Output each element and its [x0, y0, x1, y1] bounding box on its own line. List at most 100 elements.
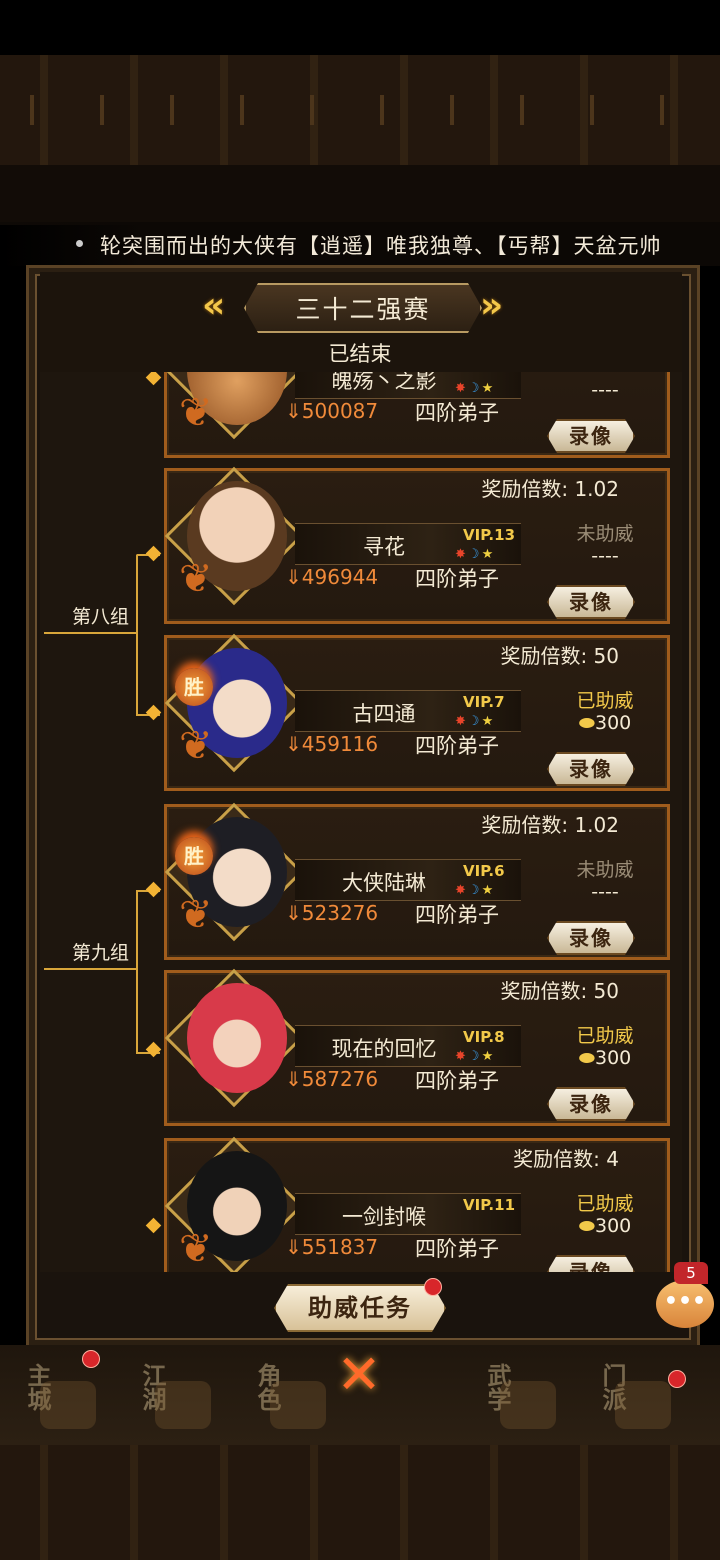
rank-gems-icon: ✸☽★	[455, 381, 496, 396]
match-card: 奖励倍数: 50 胜 ❦ 古四通 VIP.7 ✸☽★ ⇓459116 四阶弟子 …	[164, 633, 670, 791]
chat-count-badge: 5	[674, 1262, 708, 1284]
power-value: ⇓587276	[285, 1067, 379, 1091]
vip-level: VIP.8	[463, 1028, 505, 1046]
nav-main-city[interactable]: 主城	[0, 1355, 100, 1435]
support-status: 已助威	[576, 1193, 634, 1215]
rank-gems-icon: ✸☽★	[455, 1049, 496, 1064]
player-rank: 四阶弟子	[415, 401, 499, 425]
support-status: 未助威	[576, 859, 634, 881]
top-decor-band	[0, 55, 720, 165]
reward-multiplier: 奖励倍数: 50	[500, 979, 619, 1003]
round-title-plate: 三十二强赛	[244, 283, 482, 333]
vip-level: VIP.13	[463, 526, 516, 544]
replay-button[interactable]: 录像	[547, 1087, 635, 1121]
bottom-decor-band	[0, 1445, 720, 1560]
palace-icon	[40, 1381, 96, 1429]
support-amount: ⬬300	[578, 712, 632, 734]
replay-button[interactable]: 录像	[547, 752, 635, 786]
reward-multiplier: 奖励倍数: 1.02	[481, 477, 619, 501]
power-value: ⇓523276	[285, 901, 379, 925]
match-card: 奖励倍数: 50 现在的回忆 VIP.8 ✸☽★ ⇓587276 四阶弟子 已助…	[164, 968, 670, 1126]
bracket-node-icon	[145, 372, 162, 386]
nav-jianghu[interactable]: 江湖	[115, 1355, 215, 1435]
support-amount: ⬬300	[578, 1215, 632, 1237]
player-name: 一剑封喉	[342, 1205, 426, 1229]
bonsai-icon: ❦	[179, 892, 213, 938]
match-card: 奖励倍数: 1.02 胜 ❦ 大侠陆琳 VIP.6 ✸☽★ ⇓523276 四阶…	[164, 802, 670, 960]
close-icon[interactable]: ✕	[334, 1348, 384, 1402]
support-amount: ----	[591, 379, 619, 401]
replay-button[interactable]: 录像	[547, 921, 635, 955]
round-title: 三十二强赛	[295, 295, 431, 324]
bracket-stem-group8	[44, 632, 136, 634]
nav-sect[interactable]: 门派	[575, 1355, 675, 1435]
bonsai-icon: ❦	[179, 723, 213, 769]
bracket-line-group9	[136, 890, 160, 1054]
power-value: ⇓551837	[285, 1235, 379, 1259]
support-amount: ⬬300	[578, 1047, 632, 1069]
nav-character[interactable]: 角色	[230, 1355, 330, 1435]
support-status: 已助威	[576, 690, 634, 712]
player-rank: 四阶弟子	[415, 567, 499, 591]
support-status: 已助威	[576, 1025, 634, 1047]
power-value: ⇓459116	[285, 732, 379, 756]
replay-button[interactable]: 录像	[547, 419, 635, 453]
gold-ingot-icon: ⬬	[578, 712, 595, 734]
power-value: ⇓496944	[285, 565, 379, 589]
vip-level: VIP.11	[463, 1196, 516, 1214]
notification-dot	[82, 1350, 100, 1368]
win-badge: 胜	[175, 837, 213, 875]
weapon-icon	[500, 1381, 556, 1429]
reward-multiplier: 奖励倍数: 1.02	[481, 813, 619, 837]
bracket-stem-group9	[44, 968, 136, 970]
vip-level: VIP.6	[463, 862, 505, 880]
support-amount: ----	[591, 881, 619, 903]
gold-ingot-icon: ⬬	[578, 1047, 595, 1069]
player-name: 魄殇丶之影	[331, 372, 437, 393]
bonsai-icon: ❦	[179, 1226, 213, 1272]
vip-level: VIP.7	[463, 693, 505, 711]
top-spacer	[0, 165, 720, 225]
marquee-text: 轮突围而出的大侠有【逍遥】唯我独尊、【丐帮】天盆元帅	[100, 234, 662, 258]
group-label-9: 第九组	[72, 942, 130, 964]
rank-gems-icon: ✸☽★	[455, 883, 496, 898]
bonsai-icon: ❦	[179, 556, 213, 602]
player-name: 现在的回忆	[331, 1037, 437, 1061]
support-status: 未助威	[576, 523, 634, 545]
player-name: 大侠陆琳	[342, 871, 426, 895]
cauldron-icon	[615, 1381, 671, 1429]
support-task-button[interactable]: 助威任务	[274, 1284, 446, 1332]
rank-gems-icon: ✸☽★	[455, 714, 496, 729]
power-value: ⇓500087	[285, 399, 379, 423]
player-rank: 四阶弟子	[415, 903, 499, 927]
rank-gems-icon: ✸☽★	[455, 547, 496, 562]
reward-multiplier: 奖励倍数: 50	[500, 644, 619, 668]
player-name: 古四通	[352, 702, 416, 726]
reward-multiplier: 奖励倍数: 4	[513, 1147, 619, 1171]
gold-ingot-icon: ⬬	[578, 1215, 595, 1237]
next-round-button[interactable]: »	[480, 288, 520, 324]
support-amount: ----	[591, 545, 619, 567]
broadcast-marquee: 轮突围而出的大侠有【逍遥】唯我独尊、【丐帮】天盆元帅	[0, 222, 720, 266]
win-badge: 胜	[175, 668, 213, 706]
prev-round-button[interactable]: «	[202, 288, 242, 324]
chat-button[interactable]: •••	[656, 1280, 714, 1328]
player-name: 寻花	[363, 535, 405, 559]
double-right-arrow-icon: »	[480, 285, 504, 326]
player-rank: 四阶弟子	[415, 1237, 499, 1261]
match-list[interactable]: 第八组 第九组 ❦ 魄殇丶之影 ✸☽★ ⇓500087 四阶弟子 ---- 录像…	[40, 372, 682, 1272]
double-left-arrow-icon: «	[202, 285, 226, 326]
round-status: 已结束	[328, 342, 392, 366]
replay-button[interactable]: 录像	[547, 585, 635, 619]
avatar	[187, 983, 287, 1093]
match-card: ❦ 魄殇丶之影 ✸☽★ ⇓500087 四阶弟子 ---- 录像	[164, 372, 670, 458]
bracket-node-icon	[145, 1217, 162, 1234]
group-label-8: 第八组	[72, 606, 130, 628]
match-card: 奖励倍数: 4 ❦ 一剑封喉 VIP.11 ⇓551837 四阶弟子 已助威 ⬬…	[164, 1136, 670, 1272]
replay-button[interactable]: 录像	[547, 1255, 635, 1272]
notification-dot	[668, 1370, 686, 1388]
nav-martial-arts[interactable]: 武学	[460, 1355, 560, 1435]
player-rank: 四阶弟子	[415, 734, 499, 758]
notification-dot	[424, 1278, 442, 1296]
bonsai-icon: ❦	[179, 390, 213, 436]
